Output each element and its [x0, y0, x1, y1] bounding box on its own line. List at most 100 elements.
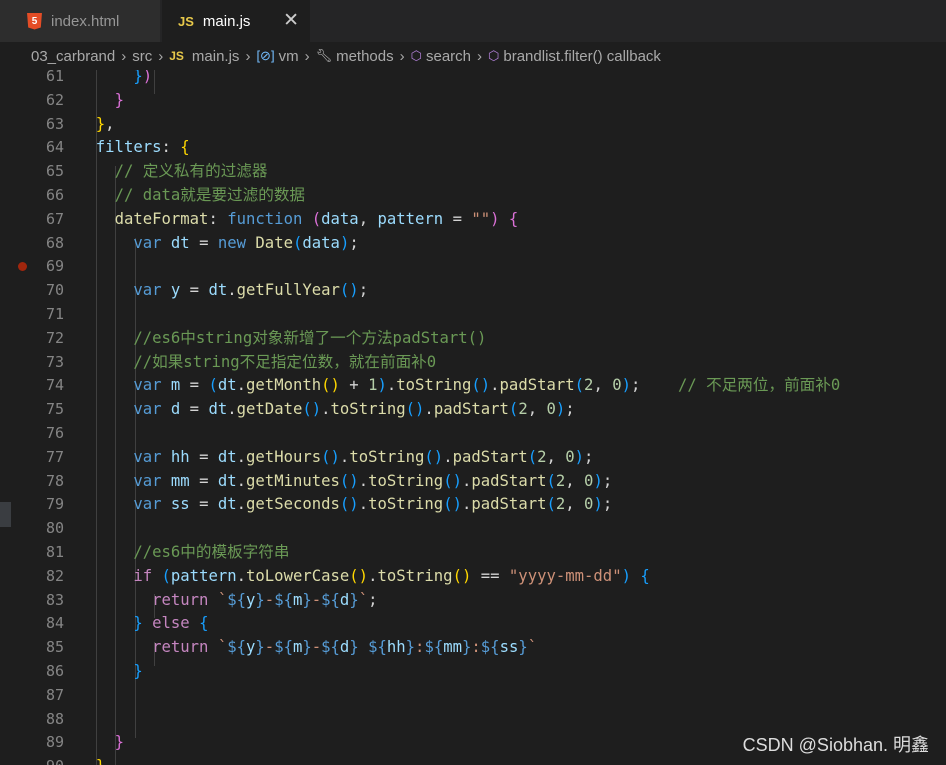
code-line[interactable]: 61 }) [0, 70, 946, 89]
code-line[interactable]: 67 dateFormat: function (data, pattern =… [0, 208, 946, 232]
code-token: hh [170, 447, 190, 466]
code-line[interactable]: 82 if (pattern.toLowerCase().toString() … [0, 565, 946, 589]
breadcrumb-methods[interactable]: methods [336, 48, 394, 65]
code-line[interactable]: 73 //如果string不足指定位数，就在前面补0 [0, 351, 946, 375]
code-line[interactable]: 65 // 定义私有的过滤器 [0, 160, 946, 184]
code-token: ( [546, 495, 556, 514]
code-line[interactable]: 78 var mm = dt.getMinutes().toString().p… [0, 470, 946, 494]
breadcrumb-file[interactable]: main.js [192, 48, 240, 65]
tab-index-html[interactable]: 5 index.html [0, 0, 160, 42]
code-line[interactable]: 75 var d = dt.getDate().toString().padSt… [0, 398, 946, 422]
code-token: () [339, 495, 359, 514]
code-line[interactable]: 81 //es6中的模板字符串 [0, 541, 946, 565]
code-token: 2 [518, 400, 528, 419]
code-token: ( [311, 209, 322, 228]
code-line[interactable]: 64 filters: { [0, 136, 946, 160]
line-number: 74 [45, 376, 64, 395]
code-line[interactable]: 85 return `${y}-${m}-${d} ${hh}:${mm}:${… [0, 636, 946, 660]
code-token: dateFormat [114, 209, 209, 228]
code-token: . [461, 495, 472, 514]
line-number: 72 [45, 328, 64, 347]
code-token: ) [555, 400, 566, 419]
code-token: = [189, 471, 218, 490]
breadcrumb-vm[interactable]: vm [279, 48, 299, 65]
code-token: ) [377, 376, 387, 395]
code-line[interactable]: 79 var ss = dt.getSeconds().toString().p… [0, 493, 946, 517]
code-token: toString [377, 566, 453, 585]
close-icon[interactable]: ✕ [283, 9, 299, 31]
code-token: padStart [499, 376, 575, 395]
code-line[interactable]: 87 [0, 684, 946, 708]
tab-main-js[interactable]: JS main.js ✕ [162, 0, 310, 42]
code-token: , [105, 114, 115, 133]
code-line[interactable]: 63 }, [0, 113, 946, 137]
code-line[interactable]: 83 return `${y}-${m}-${d}`; [0, 589, 946, 613]
code-token: , [565, 471, 585, 490]
code-line[interactable]: 62 } [0, 89, 946, 113]
code-token: ( [546, 471, 556, 490]
code-line[interactable]: 88 [0, 708, 946, 732]
code-token: else [152, 614, 190, 633]
code-token: . [227, 400, 237, 419]
code-line[interactable]: 84 } else { [0, 612, 946, 636]
code-token: var [133, 281, 162, 300]
breadcrumb-search[interactable]: search [426, 48, 471, 65]
code-token: ; [358, 281, 369, 300]
code-token: toString [368, 495, 444, 514]
code-token: data [321, 209, 359, 228]
code-line[interactable]: 77 var hh = dt.getHours().toString().pad… [0, 446, 946, 470]
code-token: mm [443, 638, 462, 657]
cube-icon: ⬡ [410, 48, 422, 63]
code-line[interactable]: 71 [0, 303, 946, 327]
code-line[interactable]: 76 [0, 422, 946, 446]
code-text: var dt = new Date(data); [77, 232, 358, 256]
code-text: var ss = dt.getSeconds().toString().padS… [77, 493, 612, 517]
code-token: } [96, 757, 105, 765]
code-token: ) [593, 495, 603, 514]
code-token: ${ [368, 638, 387, 657]
line-number: 65 [45, 162, 64, 181]
code-text: }) [77, 70, 152, 89]
code-token: { [640, 566, 650, 585]
code-token: data [302, 233, 340, 252]
code-token: getMinutes [246, 471, 340, 490]
code-line[interactable]: 66 // data就是要过滤的数据 [0, 184, 946, 208]
code-editor[interactable]: 61 }) 62 } 63 }, 64 filters: {65 // 定义私有的过滤… [0, 70, 946, 765]
code-token: return [152, 638, 209, 657]
code-text: } [77, 755, 105, 765]
breadcrumb-src[interactable]: src [132, 48, 152, 65]
breadcrumb-callback[interactable]: brandlist.filter() callback [503, 48, 661, 65]
code-line[interactable]: 74 var m = (dt.getMonth() + 1).toString(… [0, 374, 946, 398]
chevron-right-icon: › [304, 47, 310, 65]
code-token: ) [490, 209, 500, 228]
code-token: var [133, 400, 162, 419]
code-token: () [471, 376, 491, 395]
code-token: dt [217, 447, 237, 466]
code-line[interactable]: 68 var dt = new Date(data); [0, 232, 946, 256]
breadcrumb-folder[interactable]: 03_carbrand [31, 48, 115, 65]
code-token: } [349, 638, 359, 657]
code-text: } [77, 731, 124, 755]
code-line[interactable]: 72 //es6中string对象新增了一个方法padStart() [0, 327, 946, 351]
code-line[interactable]: 86 } [0, 660, 946, 684]
line-number: 75 [45, 400, 64, 419]
code-line[interactable]: 69 [0, 255, 946, 279]
code-token: , [358, 209, 378, 228]
code-token: 0 [565, 447, 575, 466]
code-token: . [236, 495, 247, 514]
code-line[interactable]: 80 [0, 517, 946, 541]
code-token: , [565, 495, 585, 514]
chevron-right-icon: › [158, 47, 164, 65]
code-token: = [189, 447, 218, 466]
code-line[interactable]: 70 var y = dt.getFullYear(); [0, 279, 946, 303]
